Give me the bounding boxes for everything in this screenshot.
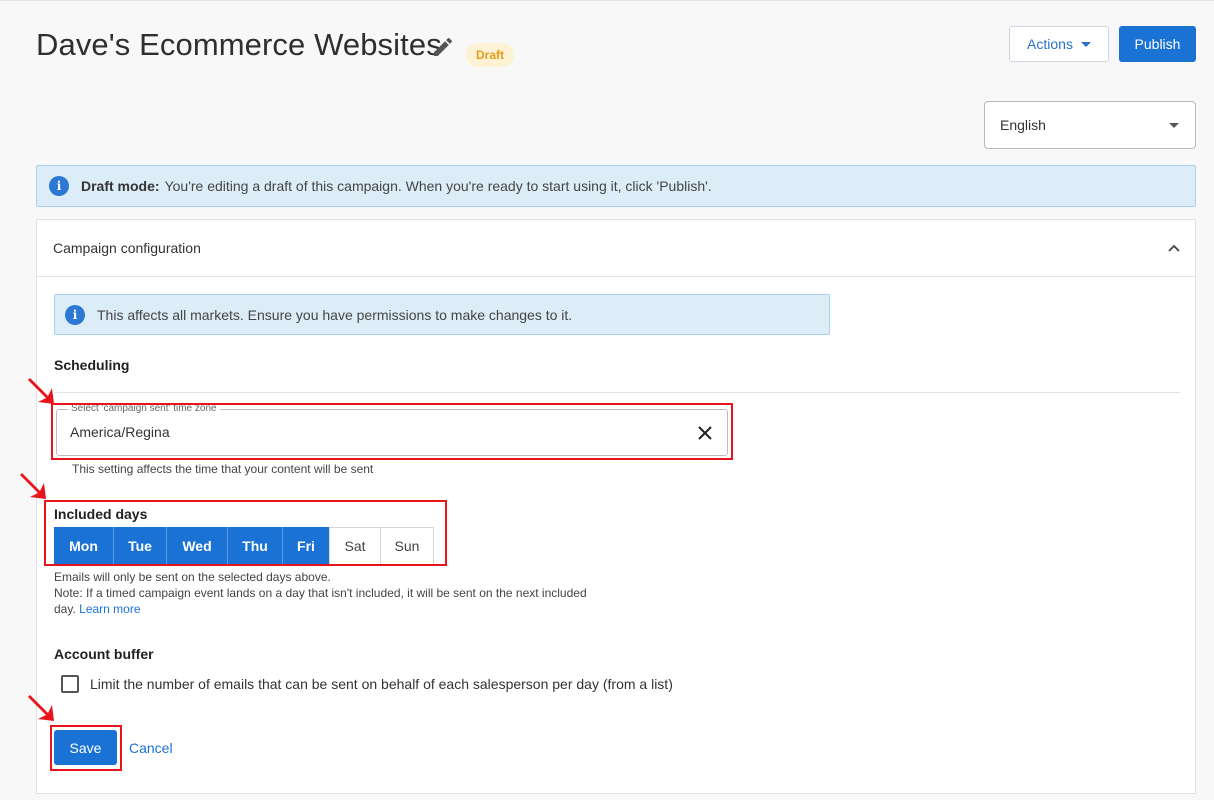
draft-mode-text: You're editing a draft of this campaign.…	[164, 178, 712, 194]
timezone-helper: This setting affects the time that your …	[72, 462, 374, 476]
included-days-note-end: day.	[54, 602, 76, 616]
limit-emails-checkbox-label[interactable]: Limit the number of emails that can be s…	[90, 676, 673, 692]
arrow-icon	[20, 473, 46, 499]
language-select-value: English	[1000, 117, 1046, 133]
arrow-icon	[28, 695, 54, 721]
page-title: Dave's Ecommerce Websites	[36, 27, 442, 62]
language-select[interactable]: English	[984, 101, 1196, 149]
draft-mode-banner: i Draft mode: You're editing a draft of …	[36, 165, 1196, 207]
actions-button-label: Actions	[1027, 36, 1073, 52]
divider	[54, 392, 1180, 393]
scheduling-title: Scheduling	[54, 357, 130, 373]
annotation-highlight-days	[44, 500, 447, 566]
annotation-highlight-timezone	[51, 403, 733, 460]
included-days-helper-line: Emails will only be sent on the selected…	[54, 570, 331, 584]
panel-title: Campaign configuration	[53, 240, 201, 256]
limit-emails-checkbox[interactable]	[61, 675, 79, 693]
actions-button[interactable]: Actions	[1009, 26, 1109, 62]
caret-down-icon	[1080, 41, 1091, 47]
status-badge: Draft	[466, 43, 515, 67]
markets-notice-text: This affects all markets. Ensure you hav…	[97, 306, 573, 323]
caret-down-icon	[1169, 123, 1179, 128]
account-buffer-title: Account buffer	[54, 646, 154, 662]
cancel-link[interactable]: Cancel	[129, 740, 173, 756]
info-icon: i	[49, 176, 69, 196]
included-days-helper: Emails will only be sent on the selected…	[54, 569, 587, 617]
pencil-icon[interactable]	[431, 35, 455, 59]
learn-more-link[interactable]: Learn more	[79, 602, 140, 616]
arrow-icon	[28, 378, 54, 404]
info-icon: i	[65, 304, 85, 325]
chevron-up-icon[interactable]	[1167, 241, 1181, 255]
publish-button[interactable]: Publish	[1119, 26, 1196, 62]
included-days-note-line: day. Learn more	[54, 601, 587, 617]
annotation-highlight-save	[50, 725, 122, 771]
draft-mode-label: Draft mode:	[81, 178, 160, 194]
included-days-note-line: Note: If a timed campaign event lands on…	[54, 586, 587, 600]
annotation-gap	[169, 495, 176, 500]
markets-notice-banner: i This affects all markets. Ensure you h…	[54, 294, 830, 335]
panel-header[interactable]: Campaign configuration	[37, 220, 1195, 277]
